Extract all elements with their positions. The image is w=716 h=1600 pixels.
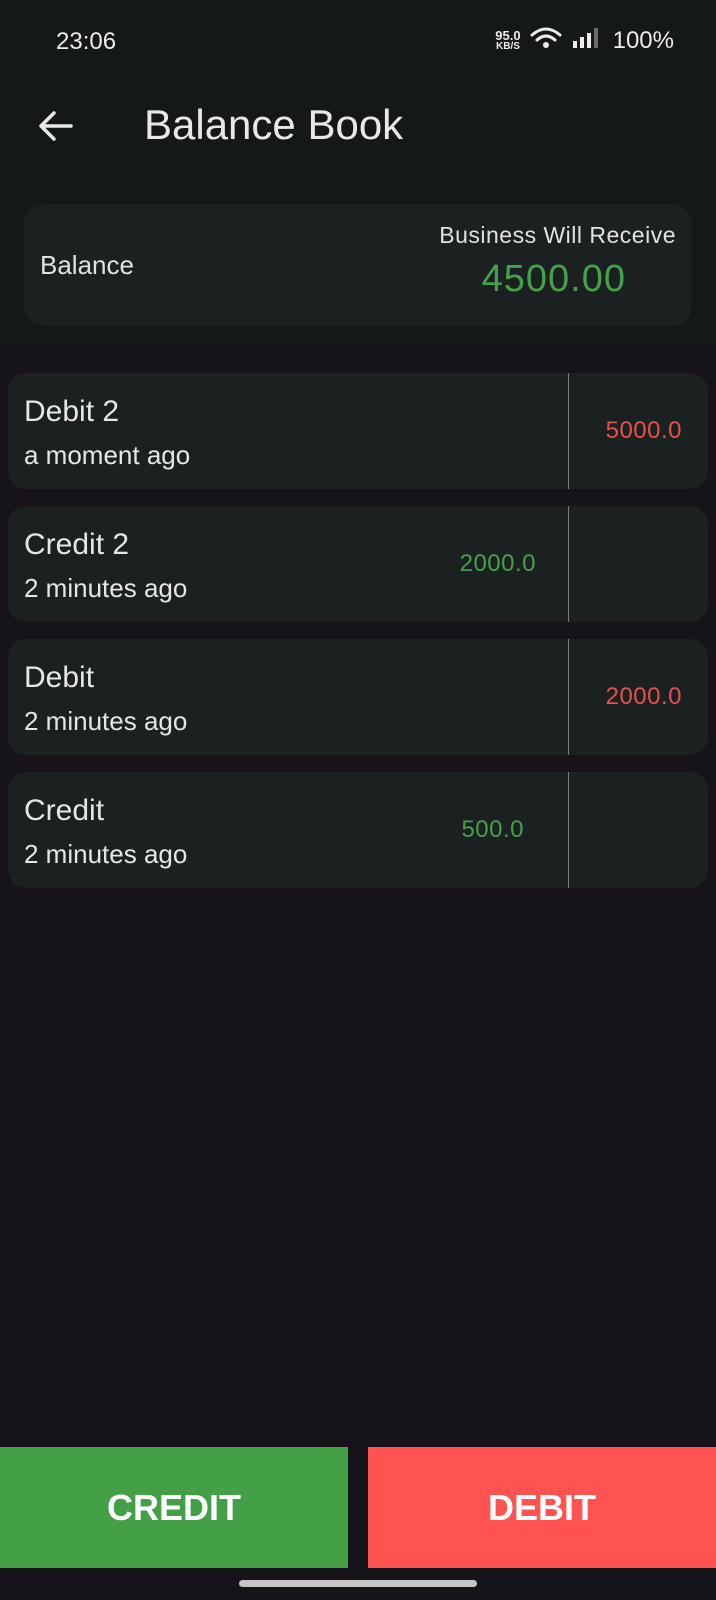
transaction-time: 2 minutes ago bbox=[24, 706, 188, 736]
column-divider bbox=[568, 639, 569, 755]
wifi-icon bbox=[529, 26, 563, 55]
balance-amount: 4500.00 bbox=[481, 258, 626, 300]
business-will-receive-label: Business Will Receive bbox=[439, 222, 676, 248]
balance-label: Balance bbox=[40, 250, 134, 280]
column-divider bbox=[568, 772, 569, 888]
network-speed: 95.0 KB/S bbox=[495, 27, 521, 52]
signal-icon bbox=[571, 26, 601, 55]
transaction-row[interactable]: Credit 2 minutes ago 500.0 bbox=[8, 772, 708, 888]
debit-amount: 2000.0 bbox=[605, 683, 682, 710]
transaction-title: Debit bbox=[24, 661, 95, 694]
column-divider bbox=[568, 373, 569, 489]
transaction-row[interactable]: Debit 2 a moment ago 5000.0 bbox=[8, 373, 708, 489]
back-button[interactable] bbox=[30, 100, 82, 152]
page-title: Balance Book bbox=[144, 101, 404, 148]
credit-amount: 2000.0 bbox=[459, 550, 536, 577]
transaction-row[interactable]: Debit 2 minutes ago 2000.0 bbox=[8, 639, 708, 755]
status-bar: 23:06 95.0 KB/S 100% bbox=[0, 0, 716, 84]
transaction-title: Credit 2 bbox=[24, 528, 130, 561]
status-indicators: 95.0 KB/S 100% bbox=[495, 26, 674, 55]
balance-book-screen: 23:06 95.0 KB/S 100% Balance Book Balanc… bbox=[0, 0, 716, 1600]
column-divider bbox=[568, 506, 569, 622]
credit-amount: 500.0 bbox=[461, 816, 524, 843]
transaction-title: Credit bbox=[24, 794, 105, 827]
status-time: 23:06 bbox=[56, 28, 117, 55]
credit-button[interactable]: CREDIT bbox=[0, 1447, 348, 1568]
debit-button[interactable]: DEBIT bbox=[368, 1447, 716, 1568]
navigation-handle[interactable] bbox=[239, 1580, 477, 1587]
arrow-left-icon bbox=[39, 111, 73, 141]
transaction-time: 2 minutes ago bbox=[24, 839, 188, 869]
transaction-row[interactable]: Credit 2 2 minutes ago 2000.0 bbox=[8, 506, 708, 622]
network-speed-value: 95.0 bbox=[495, 27, 521, 43]
debit-amount: 5000.0 bbox=[605, 417, 682, 444]
transaction-list: Debit 2 a moment ago 5000.0 Credit 2 2 m… bbox=[8, 373, 708, 905]
network-speed-unit: KB/S bbox=[496, 40, 520, 52]
balance-card: Balance Business Will Receive 4500.00 bbox=[24, 204, 692, 326]
battery-level: 100% bbox=[612, 26, 674, 54]
transaction-time: 2 minutes ago bbox=[24, 573, 188, 603]
transaction-time: a moment ago bbox=[24, 440, 191, 470]
transaction-title: Debit 2 bbox=[24, 395, 120, 428]
